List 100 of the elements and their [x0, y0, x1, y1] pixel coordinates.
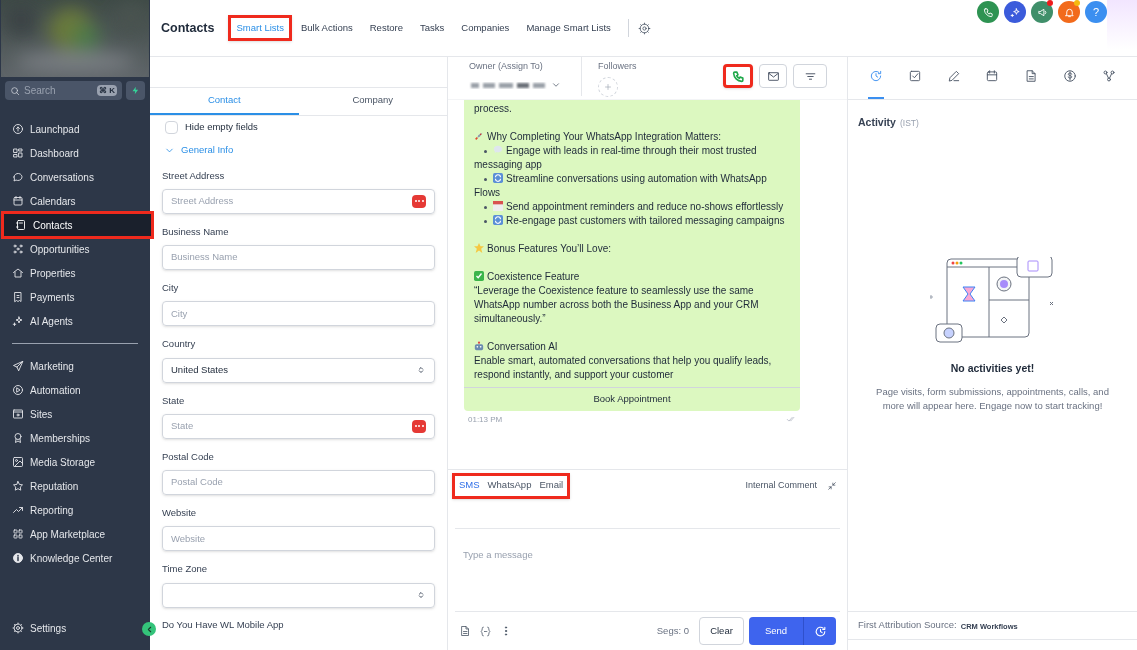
followers-label: Followers	[598, 60, 637, 73]
sidebar-item[interactable]: AI Agents	[0, 309, 150, 333]
sidebar-label: Settings	[30, 621, 67, 636]
channel-tab[interactable]: Email	[539, 478, 564, 493]
search-icon	[10, 85, 20, 96]
message-placeholder: Type a message	[463, 549, 533, 560]
section-toggle[interactable]: General Info	[164, 143, 435, 158]
checkbox[interactable]	[165, 120, 178, 134]
channel-tab[interactable]: WhatsApp	[487, 478, 532, 493]
sidebar-item[interactable]: Media Storage	[0, 450, 150, 474]
chat-icon	[12, 171, 24, 183]
nodes-icon	[1101, 69, 1116, 83]
header-tab[interactable]: Manage Smart Lists	[518, 15, 619, 41]
bell-button[interactable]	[1058, 1, 1080, 23]
sidebar-label: Conversations	[30, 170, 94, 185]
sidebar-label: Opportunities	[30, 242, 90, 257]
message-time: 01:13 PM	[468, 414, 503, 426]
search-field[interactable]: Search ⌘ K	[5, 81, 122, 100]
message-line: “Leverage the Coexistence feature to seamlessly use the same WhatsApp number across both the Business App and your CRM simultaneously.”	[474, 284, 760, 326]
sidebar-item[interactable]: Calendars	[0, 189, 150, 213]
sidebar-item[interactable]: Contacts	[3, 213, 152, 237]
sort-arrows-icon	[416, 365, 426, 375]
grid-icon	[12, 528, 24, 540]
clear-button[interactable]: Clear	[699, 617, 744, 645]
select-field[interactable]	[162, 582, 435, 608]
field-label: Time Zone	[162, 562, 209, 577]
check-icon	[474, 271, 484, 281]
select-field[interactable]: United States	[162, 357, 435, 383]
sidebar-item[interactable]: Marketing	[0, 354, 150, 378]
empty-state-text: Page visits, form submissions, appointments, calls, and more will appear here. Engage now to start tracking!	[875, 384, 1110, 413]
award-icon	[12, 432, 24, 444]
house-icon	[12, 267, 24, 279]
sidebar-label: Dashboard	[30, 146, 79, 161]
empty-state-title: No activities yet!	[949, 360, 1036, 376]
header-tab[interactable]: Bulk Actions	[293, 15, 361, 41]
message-line: Enable smart, automated conversations that help you qualify leads, respond instantly, and support your customer	[474, 354, 773, 382]
sidebar-label: AI Agents	[30, 314, 73, 329]
sidebar-label: Reputation	[30, 479, 79, 494]
channel-tab[interactable]: SMS	[459, 478, 480, 493]
calendar-icon	[985, 69, 1000, 83]
collapse-icon	[827, 480, 837, 491]
filter-button[interactable]	[793, 64, 827, 88]
owner-label: Owner (Assign To)	[469, 60, 544, 73]
document-icon	[459, 625, 471, 637]
sidebar-item[interactable]: Reputation	[0, 474, 150, 498]
sidebar-item[interactable]: Memberships	[0, 426, 150, 450]
sidebar-item[interactable]: App Marketplace	[0, 522, 150, 546]
email-button[interactable]	[759, 64, 787, 88]
more-button[interactable]	[412, 194, 426, 208]
collapse-button[interactable]	[142, 622, 156, 636]
field-placeholder: Business Name	[171, 250, 239, 265]
header-tab[interactable]: Restore	[361, 15, 411, 41]
call-button[interactable]	[723, 64, 753, 88]
timezone-label: (IST)	[899, 117, 919, 130]
page-title: Contacts	[161, 19, 215, 37]
more-button[interactable]	[412, 419, 426, 433]
ai-button[interactable]	[126, 81, 145, 100]
header-tab[interactable]: Tasks	[412, 15, 453, 41]
sidebar-item[interactable]: Launchpad	[0, 117, 150, 141]
sidebar-label: Knowledge Center	[30, 551, 113, 566]
info-icon	[12, 552, 24, 564]
envelope-icon	[766, 69, 780, 83]
field-placeholder: State	[171, 419, 195, 434]
field-placeholder: Postal Code	[171, 475, 224, 490]
arrows-icon	[493, 173, 503, 183]
sidebar-item[interactable]: Settings	[0, 616, 132, 640]
header-tab[interactable]: Companies	[453, 15, 518, 41]
field-label: Website	[162, 506, 198, 520]
megaphone-button[interactable]	[1031, 1, 1053, 23]
sidebar-item[interactable]: Sites	[0, 402, 150, 426]
dots-icon	[12, 243, 24, 255]
internal-comment-tab[interactable]: Internal Comment	[745, 478, 817, 493]
message-line: Send appointment reminders and reduce no-shows effortlessly	[474, 200, 790, 214]
sidebar-item[interactable]: Reporting	[0, 498, 150, 522]
message-line: process.	[474, 102, 513, 116]
sidebar-item[interactable]: Automation	[0, 378, 150, 402]
details-tab[interactable]: Company	[298, 88, 447, 115]
speech-bubble-icon	[493, 145, 503, 155]
sidebar-item[interactable]: Properties	[0, 261, 150, 285]
field-label: State	[162, 393, 186, 408]
phone-button[interactable]	[977, 1, 999, 23]
sidebar-item[interactable]: Opportunities	[0, 237, 150, 261]
robot-icon	[474, 341, 484, 351]
arrows-icon	[493, 215, 503, 225]
sidebar-item[interactable]: Conversations	[0, 165, 150, 189]
field-label: Postal Code	[162, 449, 215, 464]
message-line: Engage with leads in real-time through their most trusted messaging app	[474, 144, 758, 172]
calendar-icon	[493, 201, 503, 211]
header-tab[interactable]: Smart Lists	[228, 15, 292, 41]
calendar-icon	[12, 195, 24, 207]
sparkle-icon	[1009, 6, 1021, 18]
lightning-icon	[131, 86, 140, 95]
sidebar-item[interactable]: Dashboard	[0, 141, 150, 165]
sidebar-item[interactable]: Knowledge Center	[0, 546, 150, 570]
field-label: Street Address	[162, 168, 226, 183]
sidebar-label: Media Storage	[30, 455, 96, 470]
sidebar-item[interactable]: Payments	[0, 285, 150, 309]
sparkle-button[interactable]	[1004, 1, 1026, 23]
book-appointment-button[interactable]: Book Appointment	[464, 387, 800, 411]
details-tab[interactable]: Contact	[150, 88, 299, 115]
